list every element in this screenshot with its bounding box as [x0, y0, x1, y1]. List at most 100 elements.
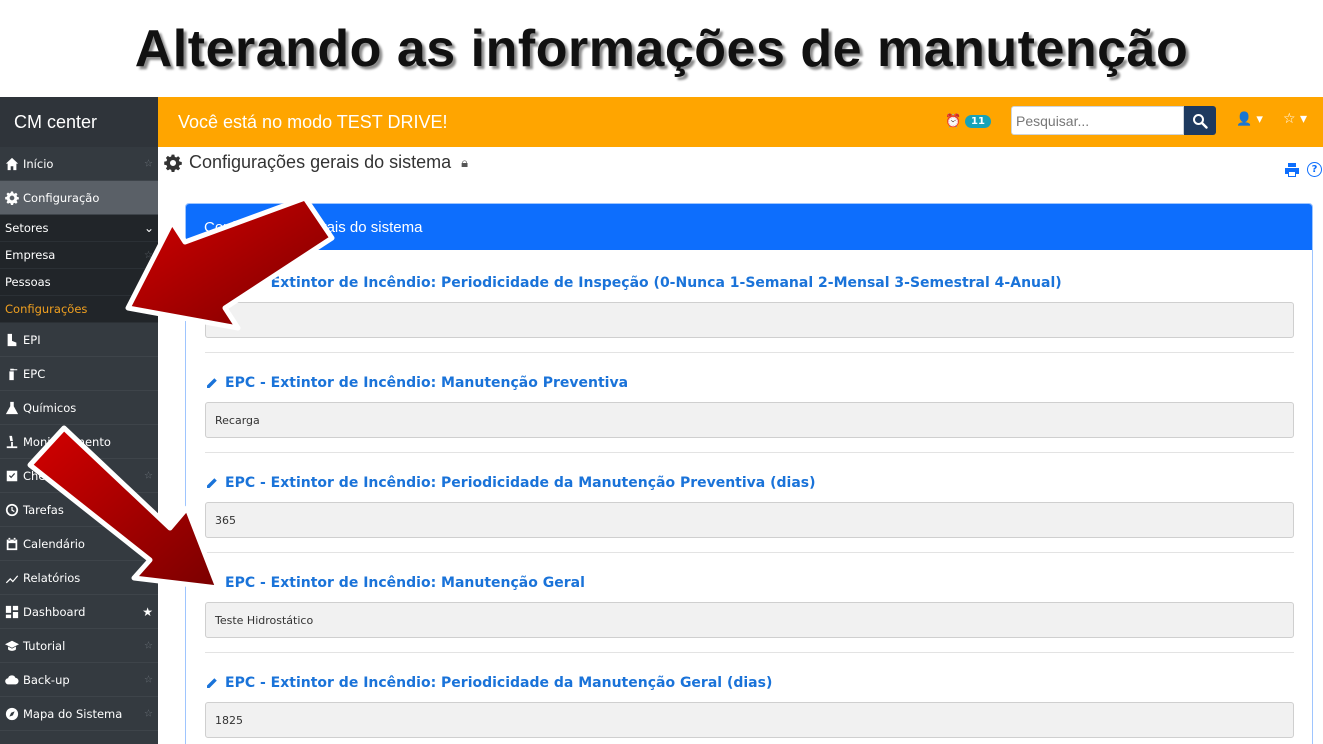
star-icon[interactable]: ☆ — [144, 708, 153, 719]
setting-label-text: EPC - Extintor de Incêndio: Periodicidad… — [225, 475, 816, 491]
sidebar-item-configuracao[interactable]: Configuração — [0, 181, 158, 215]
sidebar-item-relatorios[interactable]: Relatórios — [0, 561, 158, 595]
microscope-icon — [4, 434, 20, 450]
sidebar-item-label: Mapa do Sistema — [23, 706, 123, 721]
sidebar-subitem-label: Configurações — [5, 302, 88, 316]
pencil-icon[interactable] — [205, 277, 218, 290]
pencil-icon[interactable] — [205, 377, 218, 390]
dashboard-icon — [4, 604, 20, 620]
sidebar-item-label: Tutorial — [23, 638, 66, 653]
favorites-menu-icon[interactable]: ☆ ▾ — [1283, 111, 1307, 127]
flask-icon — [4, 400, 20, 416]
sidebar-subitem-label: Setores — [5, 221, 49, 235]
setting-value-field[interactable]: Recarga — [205, 402, 1294, 438]
bell-icon[interactable]: ⏰ — [945, 114, 961, 129]
notification-badge[interactable]: 11 — [965, 115, 991, 128]
setting-inspecao-periodicidade: EPC - Extintor de Incêndio: Periodicidad… — [205, 273, 1294, 338]
checkbox-icon — [4, 468, 20, 484]
star-icon[interactable]: ☆ — [144, 158, 153, 169]
sidebar-item-label: Tarefas — [23, 502, 64, 517]
sidebar-item-label: EPI — [23, 332, 41, 347]
sidebar-subitem-label: Empresa — [5, 248, 56, 262]
setting-manutencao-geral: EPC - Extintor de Incêndio: Manutenção G… — [205, 573, 1294, 638]
star-icon[interactable]: ☆ — [144, 674, 153, 685]
sidebar-item-dashboard[interactable]: Dashboard ★ — [0, 595, 158, 629]
chevron-down-icon[interactable]: ⌄ — [144, 221, 154, 235]
divider — [205, 452, 1294, 453]
star-icon[interactable]: ☆ — [144, 640, 153, 651]
sidebar-subitem-empresa[interactable]: Empresa ☆ — [0, 242, 158, 269]
pencil-icon[interactable] — [205, 477, 218, 490]
sidebar-item-epc[interactable]: EPC — [0, 357, 158, 391]
sidebar-item-label: Back-up — [23, 672, 70, 687]
gear-icon — [4, 190, 20, 206]
sidebar-item-label: Dashboard — [23, 604, 86, 619]
search-button[interactable] — [1184, 106, 1216, 135]
slide-title: Alterando as informações de manutenção — [134, 19, 1189, 78]
page-title-text: Configurações gerais do sistema — [189, 152, 452, 172]
card-header: Configurações gerais do sistema — [186, 204, 1312, 250]
setting-label[interactable]: EPC - Extintor de Incêndio: Manutenção P… — [205, 373, 1294, 393]
setting-label-text: EPC - Extintor de Incêndio: Periodicidad… — [225, 675, 773, 691]
extinguisher-icon — [4, 366, 20, 382]
top-navbar: Você está no modo TEST DRIVE! ⏰ 11 👤 ▾ ☆… — [158, 97, 1323, 147]
setting-label[interactable]: EPC - Extintor de Incêndio: Periodicidad… — [205, 673, 1294, 693]
star-filled-icon[interactable]: ★ — [142, 605, 153, 619]
setting-label[interactable]: EPC - Extintor de Incêndio: Manutenção G… — [205, 573, 1294, 593]
setting-label[interactable]: EPC - Extintor de Incêndio: Periodicidad… — [205, 273, 1294, 293]
sidebar-item-checklists[interactable]: Checklists ☆ — [0, 459, 158, 493]
sidebar-item-tarefas[interactable]: Tarefas — [0, 493, 158, 527]
sidebar-item-quimicos[interactable]: Químicos — [0, 391, 158, 425]
sidebar-item-tutorial[interactable]: Tutorial ☆ — [0, 629, 158, 663]
sidebar-item-label: EPC — [23, 366, 46, 381]
sidebar-item-label: Calendário — [23, 536, 85, 551]
pencil-icon[interactable] — [205, 677, 218, 690]
setting-manutencao-preventiva: EPC - Extintor de Incêndio: Manutenção P… — [205, 373, 1294, 438]
star-icon[interactable]: ☆ — [144, 470, 153, 481]
setting-value-field[interactable]: 2 — [205, 302, 1294, 338]
sidebar-item-inicio[interactable]: Início ☆ — [0, 147, 158, 181]
sidebar-subitem-setores[interactable]: Setores ⌄ — [0, 215, 158, 242]
search-input[interactable] — [1011, 106, 1184, 135]
sidebar-item-label: Checklists — [23, 468, 82, 483]
divider — [205, 352, 1294, 353]
sidebar-item-monitoramento[interactable]: Monitoramento — [0, 425, 158, 459]
setting-value-field[interactable]: 365 — [205, 502, 1294, 538]
sidebar-item-label: Relatórios — [23, 570, 81, 585]
page-title: Configurações gerais do sistema 🔒︎ — [164, 152, 468, 173]
setting-preventiva-periodicidade: EPC - Extintor de Incêndio: Periodicidad… — [205, 473, 1294, 538]
setting-label-text: EPC - Extintor de Incêndio: Manutenção P… — [225, 375, 629, 391]
brand-logo[interactable]: CM center — [0, 97, 158, 147]
boot-icon — [4, 332, 20, 348]
setting-value-field[interactable]: Teste Hidrostático — [205, 602, 1294, 638]
pencil-icon[interactable] — [205, 577, 218, 590]
sidebar-subitem-configuracoes[interactable]: Configurações — [0, 296, 158, 323]
settings-card: Configurações gerais do sistema EPC - Ex… — [185, 203, 1313, 744]
setting-label-text: EPC - Extintor de Incêndio: Periodicidad… — [225, 275, 1062, 291]
home-icon — [4, 156, 20, 172]
sidebar-item-label: Início — [23, 156, 54, 171]
setting-label[interactable]: EPC - Extintor de Incêndio: Periodicidad… — [205, 473, 1294, 493]
clock-icon — [4, 502, 20, 518]
search-icon — [1193, 113, 1208, 129]
sidebar-subitem-pessoas[interactable]: Pessoas — [0, 269, 158, 296]
calendar-icon — [4, 536, 20, 552]
sidebar-item-backup[interactable]: Back-up ☆ — [0, 663, 158, 697]
star-icon[interactable]: ☆ — [144, 250, 153, 261]
sidebar-item-epi[interactable]: EPI — [0, 323, 158, 357]
cloud-upload-icon — [4, 672, 20, 688]
setting-label-text: EPC - Extintor de Incêndio: Manutenção G… — [225, 575, 585, 591]
setting-value-field[interactable]: 1825 — [205, 702, 1294, 738]
sidebar-item-calendario[interactable]: Calendário — [0, 527, 158, 561]
sidebar-item-mapa[interactable]: Mapa do Sistema ☆ — [0, 697, 158, 731]
sidebar-subitem-label: Pessoas — [5, 275, 51, 289]
help-icon[interactable]: ? — [1307, 162, 1322, 177]
setting-geral-periodicidade: EPC - Extintor de Incêndio: Periodicidad… — [205, 673, 1294, 738]
compass-icon — [4, 706, 20, 722]
sidebar-item-label: Monitoramento — [23, 434, 111, 449]
lock-icon[interactable]: 🔒︎ — [461, 155, 468, 171]
sidebar-item-label: Químicos — [23, 400, 77, 415]
divider — [205, 652, 1294, 653]
user-menu-icon[interactable]: 👤 ▾ — [1236, 112, 1263, 127]
print-icon[interactable] — [1284, 162, 1300, 178]
